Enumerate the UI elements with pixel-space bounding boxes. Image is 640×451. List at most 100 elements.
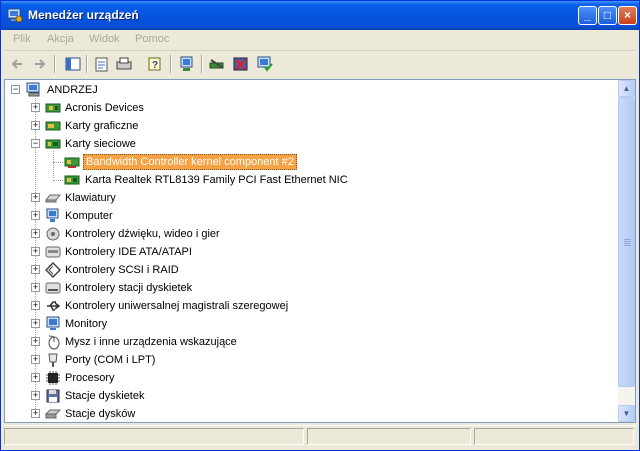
- scrollbar-thumb[interactable]: [618, 97, 635, 387]
- enable-device-icon[interactable]: [256, 55, 274, 73]
- device-manager-icon: [7, 8, 23, 23]
- tree-item[interactable]: + Kontrolery uniwersalnej magistrali sze…: [5, 297, 605, 315]
- window-title: Menedżer urządzeń: [28, 8, 139, 22]
- tree-item[interactable]: + Stacje dysków: [5, 405, 605, 422]
- expand-button[interactable]: +: [31, 301, 40, 310]
- tree-item-label: Stacje dysków: [65, 408, 136, 420]
- properties-icon[interactable]: [93, 55, 111, 73]
- collapse-root-button[interactable]: −: [11, 85, 20, 94]
- status-pane: [474, 428, 634, 445]
- title-bar[interactable]: Menedżer urządzeń _ □ ×: [1, 1, 639, 30]
- scrollbar-grip: [624, 239, 631, 240]
- expand-button[interactable]: +: [31, 247, 40, 256]
- show-hide-console-tree-icon[interactable]: [64, 55, 82, 73]
- board-icon: [45, 103, 61, 113]
- expand-button[interactable]: +: [31, 229, 40, 238]
- expand-button[interactable]: +: [31, 211, 40, 220]
- tree-line: [53, 180, 63, 181]
- menu-file[interactable]: Plik: [13, 33, 31, 45]
- expand-button[interactable]: +: [31, 355, 40, 364]
- vertical-scrollbar[interactable]: ▲ ▼: [618, 80, 635, 422]
- tree-item-label: Kontrolery uniwersalnej magistrali szere…: [65, 300, 289, 312]
- keyboard-icon: [45, 194, 61, 203]
- device-tree: − ANDRZEJ + Acronis Devices + Karty graf…: [5, 80, 619, 422]
- tree-item-label: Mysz i inne urządzenia wskazujące: [65, 336, 237, 348]
- usb-icon: [47, 301, 61, 311]
- tree-child-label-selected: Bandwidth Controller kernel component #2: [83, 154, 297, 170]
- tree-item[interactable]: + Kontrolery dźwięku, wideo i gier: [5, 225, 605, 243]
- tree-root[interactable]: − ANDRZEJ: [5, 81, 605, 99]
- tree-item[interactable]: + Acronis Devices: [5, 99, 605, 117]
- print-icon[interactable]: [115, 55, 133, 73]
- network-adapter-icon: [45, 139, 61, 149]
- tree-item[interactable]: + Kontrolery SCSI i RAID: [5, 261, 605, 279]
- mouse-icon: [48, 335, 60, 350]
- tree-item[interactable]: − Karty sieciowe: [5, 135, 605, 153]
- tree-item-label: Stacje dyskietek: [65, 390, 145, 402]
- expand-button[interactable]: +: [31, 283, 40, 292]
- tree-item[interactable]: + Porty (COM i LPT): [5, 351, 605, 369]
- minimize-button[interactable]: _: [578, 6, 597, 25]
- tree-item[interactable]: + Karty graficzne: [5, 117, 605, 135]
- maximize-button[interactable]: □: [598, 6, 617, 25]
- tree-item-label: Karty graficzne: [65, 120, 139, 132]
- expand-button[interactable]: +: [31, 391, 40, 400]
- disk-drive-icon: [45, 409, 61, 419]
- tree-item[interactable]: + Stacje dyskietek: [5, 387, 605, 405]
- uninstall-icon[interactable]: [232, 55, 250, 73]
- sound-icon: [46, 227, 60, 241]
- menu-help[interactable]: Pomoc: [135, 33, 169, 45]
- network-card-icon: [64, 157, 80, 168]
- scrollbar-grip: [624, 241, 631, 242]
- floppy-controller-icon: [45, 282, 61, 294]
- toolbar-separator: [170, 55, 172, 73]
- status-bar: [4, 425, 636, 448]
- tree-item[interactable]: + Monitory: [5, 315, 605, 333]
- computer-icon: [46, 208, 59, 222]
- tree-child-item[interactable]: Karta Realtek RTL8139 Family PCI Fast Et…: [5, 171, 605, 189]
- toolbar: ?: [4, 51, 636, 77]
- scrollbar-grip: [624, 245, 631, 246]
- scrollbar-grip: [624, 243, 631, 244]
- collapse-button[interactable]: −: [31, 139, 40, 148]
- tree-item-label: Klawiatury: [65, 192, 116, 204]
- tree-item[interactable]: + Klawiatury: [5, 189, 605, 207]
- forward-icon[interactable]: [31, 55, 49, 73]
- computer-scan-icon[interactable]: [178, 55, 196, 73]
- scsi-icon: [45, 262, 61, 278]
- tree-child-item[interactable]: Bandwidth Controller kernel component #2: [5, 153, 605, 171]
- svg-text:?: ?: [152, 60, 158, 71]
- tree-item[interactable]: + Komputer: [5, 207, 605, 225]
- tree-item-label: Kontrolery stacji dyskietek: [65, 282, 193, 294]
- tree-item[interactable]: + Kontrolery IDE ATA/ATAPI: [5, 243, 605, 261]
- tree-root-label: ANDRZEJ: [47, 84, 98, 96]
- menu-view[interactable]: Widok: [89, 33, 120, 45]
- expand-button[interactable]: +: [31, 193, 40, 202]
- menu-bar: Plik Akcja Widok Pomoc: [4, 30, 636, 51]
- tree-item-label: Acronis Devices: [65, 102, 144, 114]
- tree-item-label: Kontrolery dźwięku, wideo i gier: [65, 228, 220, 240]
- port-icon: [48, 353, 58, 367]
- expand-button[interactable]: +: [31, 319, 40, 328]
- expand-button[interactable]: +: [31, 337, 40, 346]
- monitor-icon: [46, 316, 60, 330]
- tree-item[interactable]: + Procesory: [5, 369, 605, 387]
- tree-line: [53, 162, 63, 163]
- expand-button[interactable]: +: [31, 373, 40, 382]
- scroll-down-button[interactable]: ▼: [618, 405, 635, 422]
- tree-item-label: Procesory: [65, 372, 115, 384]
- expand-button[interactable]: +: [31, 121, 40, 130]
- back-icon[interactable]: [9, 55, 27, 73]
- update-driver-icon[interactable]: [208, 55, 226, 73]
- expand-button[interactable]: +: [31, 409, 40, 418]
- menu-action[interactable]: Akcja: [47, 33, 74, 45]
- expand-button[interactable]: +: [31, 103, 40, 112]
- tree-item[interactable]: + Kontrolery stacji dyskietek: [5, 279, 605, 297]
- network-card-icon: [64, 175, 80, 185]
- expand-button[interactable]: +: [31, 265, 40, 274]
- status-pane: [4, 428, 304, 445]
- scroll-up-button[interactable]: ▲: [618, 80, 635, 97]
- close-button[interactable]: ×: [618, 6, 637, 25]
- help-icon[interactable]: ?: [146, 55, 164, 73]
- tree-item[interactable]: + Mysz i inne urządzenia wskazujące: [5, 333, 605, 351]
